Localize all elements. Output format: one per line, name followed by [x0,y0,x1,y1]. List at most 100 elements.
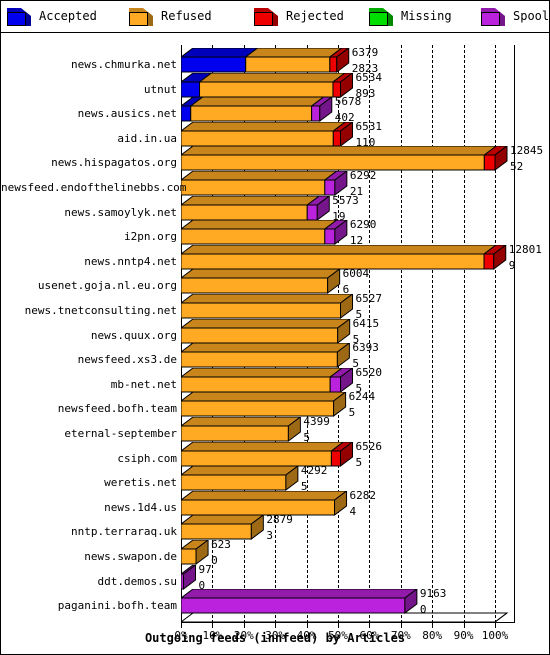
x-tick [338,623,339,628]
bar-segment-front-face [181,253,485,270]
bar-segment-top-face [181,146,498,156]
y-axis-category-label: news.quux.org [90,328,177,342]
bar-value-label-top: 6290 [349,218,377,232]
x-tick [275,623,277,628]
bar-segment-top-face [244,48,343,58]
bar-value-label-top: 6282 [349,488,377,502]
plot-area: 6379 2823 6534 893 5678 402 6531 110 12845 52 6292… [1,33,549,654]
y-axis-category-label: news.samoylyk.net [64,205,177,219]
bar-segment-top-face [181,367,343,378]
bar-value-label-top: 5573 [332,193,359,207]
bar-value-label-top: 6534 [355,70,383,84]
bar-row[interactable] [181,441,511,468]
bar-value-label-top: 6531 [355,119,383,133]
bar-segment-top-face [181,244,497,255]
x-tick [306,623,308,628]
bar-row[interactable] [181,564,511,591]
cube-front-face [481,12,500,26]
y-axis-category-label: newsfeed.xs3.de [77,353,177,367]
bar-segment-top-face [198,72,346,83]
bar-segment-top-face [181,171,338,181]
cube-front-face [254,12,273,26]
bar-segment-front-face [483,253,495,270]
cube-front-face [7,12,26,26]
bar-segment-front-face [181,56,247,73]
bar-row[interactable] [181,318,511,345]
chart-title: Outgoing feeds (innfeed) by Articles [144,631,406,645]
bar-segment-top-face [181,392,347,402]
bar-value-label-top: 5678 [334,95,362,109]
bar-row[interactable] [181,343,511,369]
bar-value-label-top: 97 [198,562,212,576]
bar-segment-top-face [181,343,351,353]
bar-segment-front-face [329,376,342,393]
bar-segment-front-face [181,327,339,344]
bar-segment-front-face [181,105,192,122]
y-axis-category-label: ddt.demos.su [97,574,177,588]
bar-segment-front-face [324,228,336,245]
bar-value-label-top: 6526 [355,439,383,453]
y-axis-category-label: news.1d4.us [104,500,177,514]
bar-segment-front-face [181,277,329,294]
x-tick [369,623,371,628]
bar-value-label-top: 6520 [355,365,383,379]
cube-side-face [500,12,505,26]
bar-value-label-top: 623 [211,538,231,551]
bar-segment-top-face [181,589,418,599]
legend-label: Missing [401,9,452,23]
bar-segment-front-face [181,81,201,98]
bar-value-label-top: 12845 [510,144,544,158]
chart-container: Accepted Refused Rejected Missing Spooled 63… [0,0,550,655]
bar-segment-top-face [181,490,348,501]
bar-segment-front-face [245,56,331,73]
bar-segment-top-face [181,195,321,206]
bar-value-label-top: 6393 [352,341,379,355]
bar-segment-top-face [181,48,259,58]
bar-segment-front-face [311,105,321,122]
bar-value-label-bottom: 52 [510,160,524,174]
bar-value-label-top: 4292 [300,464,328,478]
y-axis-category-label: weretis.net [104,476,177,490]
bar-segment-top-face [181,441,345,452]
bar-segment-top-face [181,220,338,230]
legend-cube-icon-missing [369,8,393,26]
bar-row[interactable] [181,220,511,246]
plot-right-border [514,45,515,623]
y-axis-category-label: newsfeed.endofthelinebbs.com [1,181,187,194]
bar-row[interactable] [181,121,511,148]
y-axis-category-label: i2pn.org [124,230,177,244]
legend-cube-icon-accepted [7,8,31,26]
y-axis-category-label: news.tnetconsulting.net [24,304,177,317]
y-axis-category-label: csiph.com [117,451,177,465]
y-axis-category-label: news.chmurka.net [71,58,177,71]
bar-row[interactable] [181,466,511,492]
bar-row[interactable] [181,48,511,74]
bar-segment-front-face [199,81,334,98]
cube-side-face [26,12,31,26]
bar-segment-front-face [181,376,331,393]
y-axis-category-label: eternal-september [64,427,177,440]
bar-value-label-top: 12801 [508,242,542,256]
bar-row[interactable] [181,146,511,172]
x-tick [400,623,402,628]
x-tick [463,623,465,628]
bar-row[interactable] [181,490,511,517]
legend-label: Spooled [513,9,550,23]
legend-label: Accepted [39,9,97,23]
bar-row[interactable] [181,417,511,443]
bar-value-label-top: 6244 [348,390,376,404]
bar-row[interactable] [181,392,511,418]
y-axis-category-label: paganini.bofh.team [57,599,177,613]
bar-segment-front-face [181,154,485,171]
bar-segment-front-face [181,130,334,147]
bar-segment-top-face [181,417,302,427]
bar-row[interactable] [181,367,511,394]
y-axis-category-label: usenet.goja.nl.eu.org [37,279,177,293]
bar-value-label-top: 6004 [342,267,370,281]
cube-front-face [369,12,388,26]
cube-side-face [273,12,278,26]
bar-segment-front-face [306,204,318,221]
bar-segment-top-face [181,318,351,329]
bar-row[interactable] [181,294,511,320]
bar-segment-front-face [332,130,342,147]
